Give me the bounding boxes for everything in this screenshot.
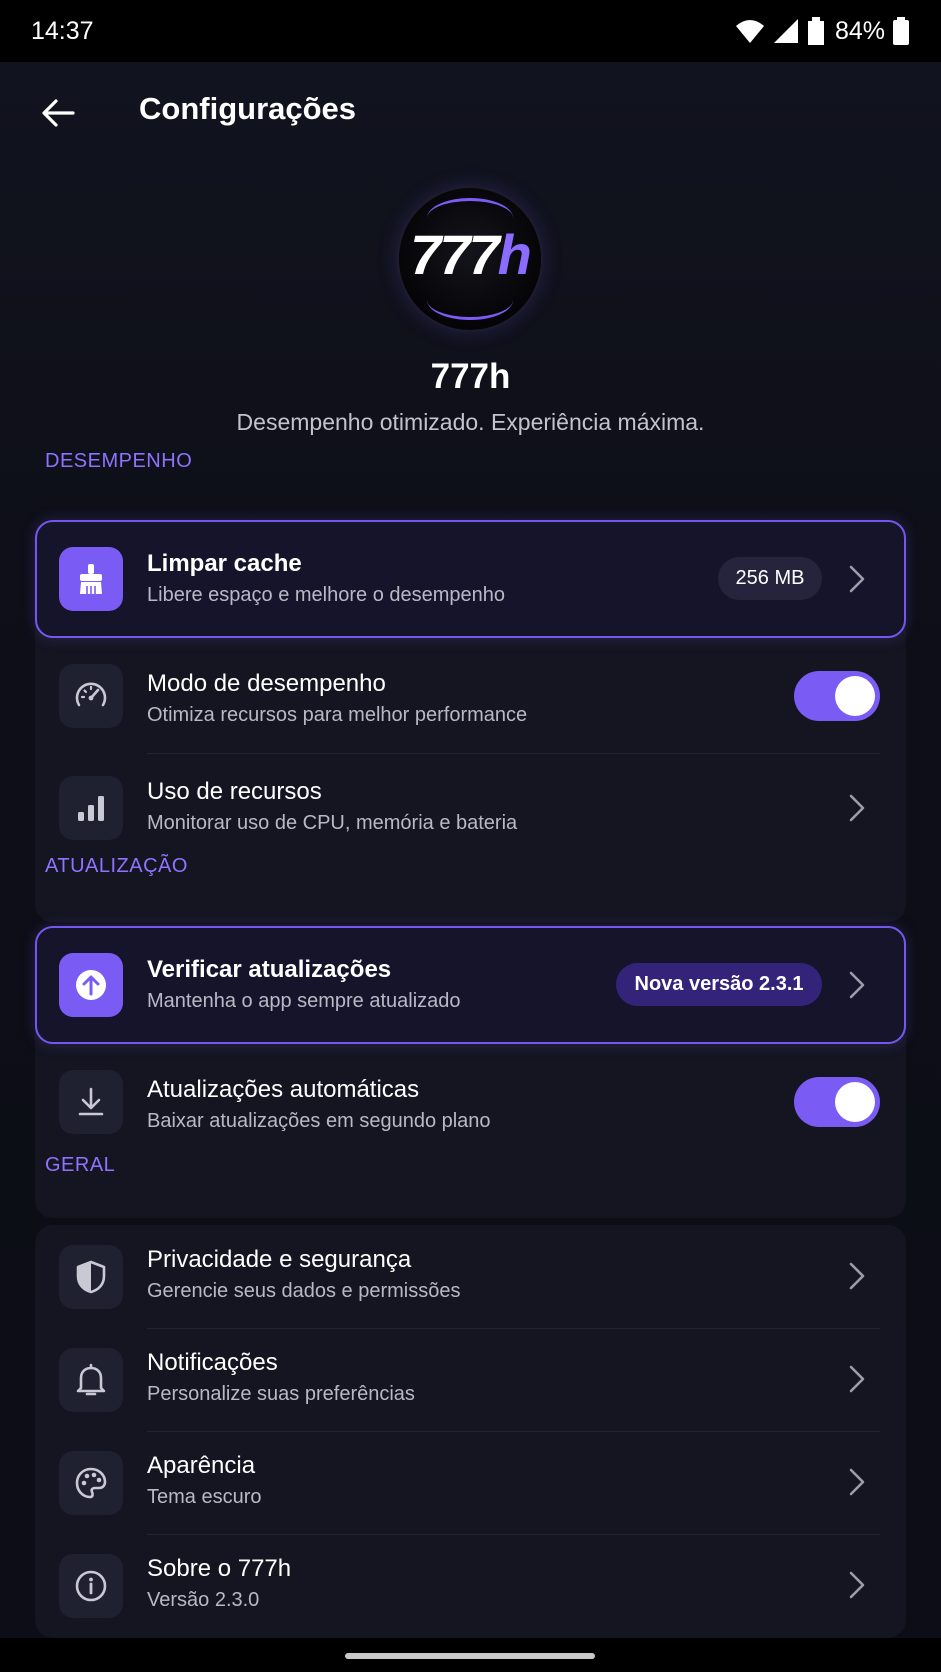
status-icons: 84% (735, 16, 909, 46)
app-logo: 777h (399, 188, 541, 330)
battery-saver-icon (807, 17, 824, 45)
battery-icon (893, 17, 909, 45)
page-title: Configurações (139, 91, 357, 126)
performance-mode-title: Modo de desempenho (147, 670, 386, 697)
download-icon (78, 1087, 104, 1116)
home-gesture-handle[interactable] (345, 1653, 595, 1659)
notifications-subtitle: Personalize suas preferências (147, 1383, 415, 1405)
check-updates-title: Verificar atualizações (147, 956, 392, 983)
clear-cache-title: Limpar cache (147, 550, 302, 577)
resource-usage-title: Uso de recursos (147, 778, 322, 805)
auto-updates-title: Atualizações automáticas (147, 1076, 420, 1103)
info-icon (75, 1570, 107, 1602)
check-updates-icon-box (59, 953, 123, 1017)
performance-mode-row: Modo de desempenho Otimiza recursos para… (35, 642, 906, 752)
app-tagline: Desempenho otimizado. Experiência máxima… (236, 409, 705, 435)
battery-percent: 84% (834, 16, 885, 45)
chevron-right-icon (849, 565, 865, 593)
performance-mode-subtitle: Otimiza recursos para melhor performance (147, 704, 528, 726)
speedometer-icon (75, 682, 107, 707)
auto-updates-toggle[interactable] (794, 1077, 880, 1127)
status-time: 14:37 (31, 17, 94, 45)
logo-arc-top (427, 198, 513, 218)
notifications-icon-box (59, 1348, 123, 1412)
toggle-knob (835, 676, 875, 716)
notifications-row[interactable]: Notificações Personalize suas preferênci… (35, 1329, 906, 1431)
app-name: 777h (430, 357, 511, 396)
toggle-knob (835, 1082, 875, 1122)
bar-chart-icon (78, 796, 104, 821)
privacy-icon-box (59, 1245, 123, 1309)
resource-usage-icon-box (59, 776, 123, 840)
auto-updates-icon-box (59, 1070, 123, 1134)
privacy-row[interactable]: Privacidade e segurança Gerencie seus da… (35, 1225, 906, 1328)
wifi-icon (735, 20, 764, 43)
chevron-right-icon (849, 971, 865, 999)
clear-cache-subtitle: Libere espaço e melhore o desempenho (147, 584, 506, 606)
section-label-updates: ATUALIZAÇÃO (45, 855, 188, 877)
broom-icon (80, 564, 102, 594)
cache-size-badge: 256 MB (718, 557, 822, 600)
chevron-right-icon (849, 1468, 865, 1496)
about-subtitle: Versão 2.3.0 (147, 1589, 260, 1611)
check-updates-subtitle: Mantenha o app sempre atualizado (147, 990, 461, 1012)
about-row[interactable]: Sobre o 777h Versão 2.3.0 (35, 1535, 906, 1638)
resource-usage-row[interactable]: Uso de recursos Monitorar uso de CPU, me… (35, 754, 906, 862)
notifications-title: Notificações (147, 1349, 278, 1376)
logo-arc-bottom (427, 300, 513, 320)
gesture-nav-bar (0, 1638, 941, 1672)
upload-arrow-icon (76, 970, 106, 1000)
general-card: Privacidade e segurança Gerencie seus da… (35, 1225, 906, 1638)
settings-screen: Configurações 777h 777h Desempenho otimi… (0, 62, 941, 1638)
performance-mode-icon-box (59, 664, 123, 728)
appearance-row[interactable]: Aparência Tema escuro (35, 1432, 906, 1534)
arrow-left-icon (42, 99, 75, 127)
clear-cache-row[interactable]: Limpar cache Libere espaço e melhore o d… (35, 520, 906, 638)
auto-updates-subtitle: Baixar atualizações em segundo plano (147, 1110, 491, 1132)
appearance-subtitle: Tema escuro (147, 1486, 262, 1508)
performance-mode-toggle[interactable] (794, 671, 880, 721)
chevron-right-icon (849, 1571, 865, 1599)
bell-icon (76, 1363, 106, 1396)
shield-icon (76, 1260, 106, 1294)
new-version-badge: Nova versão 2.3.1 (616, 963, 822, 1006)
resource-usage-subtitle: Monitorar uso de CPU, memória e bateria (147, 812, 518, 834)
privacy-title: Privacidade e segurança (147, 1246, 412, 1273)
chevron-right-icon (849, 1262, 865, 1290)
chevron-right-icon (849, 1365, 865, 1393)
palette-icon (75, 1467, 107, 1499)
back-button[interactable] (32, 87, 84, 139)
appearance-title: Aparência (147, 1452, 256, 1479)
section-label-performance: DESEMPENHO (45, 450, 193, 472)
about-title: Sobre o 777h (147, 1555, 292, 1582)
clear-cache-icon-box (59, 547, 123, 611)
privacy-subtitle: Gerencie seus dados e permissões (147, 1280, 461, 1302)
auto-updates-row: Atualizações automáticas Baixar atualiza… (35, 1048, 906, 1158)
chevron-right-icon (849, 794, 865, 822)
top-app-bar: Configurações (0, 62, 941, 162)
about-icon-box (59, 1554, 123, 1618)
section-label-general: GERAL (45, 1154, 116, 1176)
logo-text-main: 777 (410, 223, 499, 286)
status-bar: 14:37 84% (0, 0, 941, 62)
appearance-icon-box (59, 1451, 123, 1515)
check-updates-row[interactable]: Verificar atualizações Mantenha o app se… (35, 926, 906, 1044)
updates-card: Verificar atualizações Mantenha o app se… (35, 926, 906, 1218)
cell-signal-icon (773, 19, 798, 43)
logo-text-accent: h (497, 223, 532, 286)
logo-text: 777h (399, 222, 541, 287)
